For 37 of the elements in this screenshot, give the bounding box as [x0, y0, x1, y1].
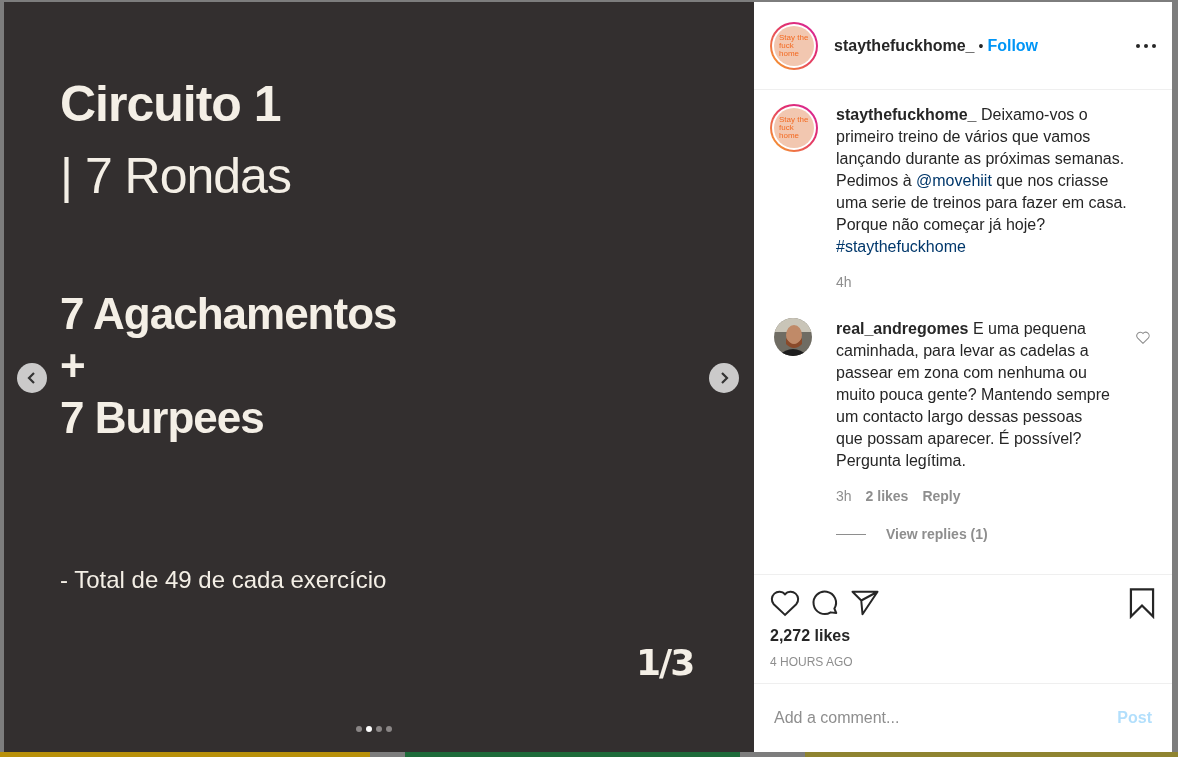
slide-text: 7 Agachamentos	[60, 288, 397, 340]
slide-dot[interactable]	[386, 726, 392, 732]
follow-button[interactable]: Follow	[987, 36, 1039, 55]
profile-avatar[interactable]: Stay the fuck home	[770, 104, 818, 152]
chevron-left-icon	[26, 372, 38, 384]
heart-icon[interactable]	[770, 589, 800, 617]
profile-avatar[interactable]: Stay the fuck home	[770, 21, 818, 70]
caption-link[interactable]: @movehiit	[916, 172, 992, 189]
post-date: 4 HOURS AGO	[770, 655, 854, 669]
slide-text: Circuito 1	[60, 75, 281, 134]
comment-time: 3h	[836, 488, 852, 504]
bookmark-icon[interactable]	[1128, 587, 1156, 619]
comment-icon[interactable]	[810, 588, 840, 618]
reply-button[interactable]: Reply	[922, 488, 961, 504]
share-icon[interactable]	[850, 589, 880, 617]
likes-count[interactable]: 2,272 likes	[770, 627, 1156, 645]
slide-dot[interactable]	[366, 726, 372, 732]
commenter-avatar[interactable]	[774, 318, 812, 356]
caption-text: staythefuckhome_ Deixamo-vos o primeiro treino de vários que vamos lançando durante as próximas semanas. Pedimos à @movehiit que nos criasse uma serie de treinos para fazer em casa. Porque não começar já hoje? #staythefuckhome	[836, 105, 1128, 257]
slide-dot[interactable]	[376, 726, 382, 732]
slide-text: - Total de 49 de cada exercício	[60, 565, 387, 595]
slide-dot[interactable]	[356, 726, 362, 732]
slide-text: +	[60, 342, 85, 390]
slide-counter: 1/3	[636, 642, 694, 683]
post-time: 4h	[836, 274, 852, 290]
comment-text: real_andregomes E uma pequena caminhada, para levar as cadelas a passear em zona com nenhuma ou muito pouca gente? Mantendo sempre um contacto largo dessas pessoas que possam aparecer. É possível? Pergunta legítima.	[836, 319, 1111, 471]
slide-text: | 7 Rondas	[60, 147, 291, 206]
comment-likes[interactable]: 2 likes	[865, 488, 909, 504]
previous-button[interactable]	[17, 363, 47, 393]
next-button[interactable]	[709, 363, 739, 393]
username-link[interactable]: staythefuckhome_	[834, 36, 975, 55]
separator-dot: •	[978, 37, 984, 54]
view-replies-link[interactable]: View replies (1)	[886, 526, 988, 542]
chevron-right-icon	[718, 372, 730, 384]
caption-link[interactable]: #staythefuckhome	[836, 238, 966, 255]
slide-text: 7 Burpees	[60, 392, 264, 444]
more-options-icon[interactable]	[1136, 43, 1156, 48]
